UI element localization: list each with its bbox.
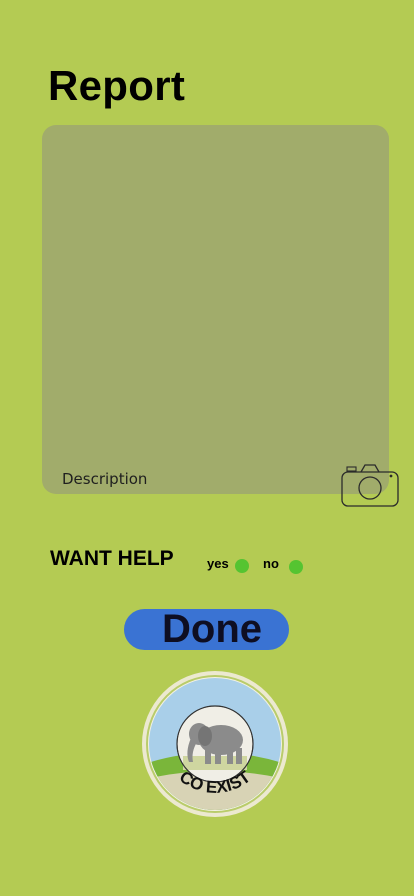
description-label: Description: [62, 470, 148, 488]
no-label: no: [263, 556, 279, 571]
yes-radio[interactable]: [235, 559, 249, 573]
report-description-box[interactable]: Description: [42, 125, 389, 494]
no-radio[interactable]: [289, 560, 303, 574]
yes-label: yes: [207, 556, 229, 571]
camera-icon[interactable]: [341, 462, 399, 508]
page-title: Report: [48, 62, 186, 109]
elephant-logo: CO EXIST: [141, 670, 289, 818]
done-button[interactable]: Done: [124, 609, 289, 650]
want-help-label: WANT HELP: [50, 547, 174, 570]
